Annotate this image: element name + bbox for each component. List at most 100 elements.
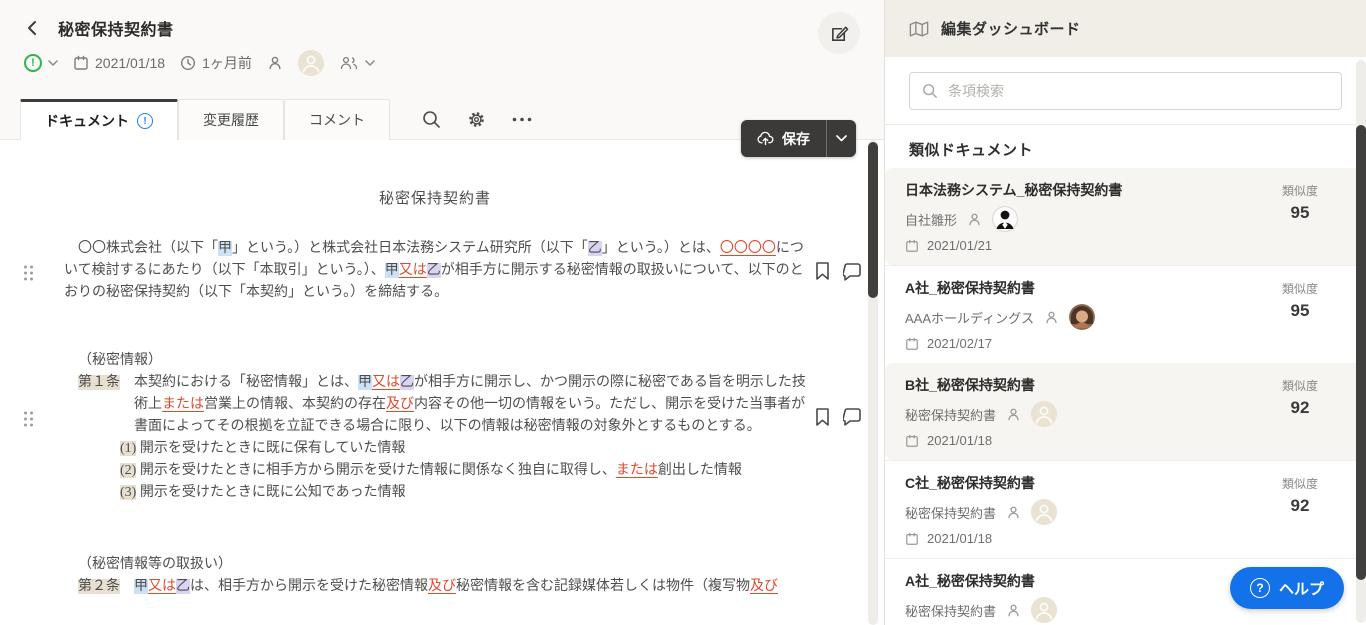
doc-annotated-text: 又は [372, 375, 400, 390]
search-icon[interactable] [422, 110, 441, 129]
calendar-icon [905, 434, 919, 448]
meta-label: 2021/01/18 [95, 55, 165, 71]
doc-annotated-text: 第１条 [78, 375, 120, 390]
similar-doc-daterow: 2021/01/21 [905, 238, 1346, 253]
similarity-score: 類似度 92 [1282, 377, 1318, 418]
doc-annotated-text: (3) [120, 485, 136, 500]
similar-doc-title: A社_秘密保持契約書 [905, 278, 1346, 298]
tab-label: 変更履歴 [203, 110, 259, 130]
similar-document-item[interactable]: B社_秘密保持契約書 秘密保持契約書 2021/01/18 類似度 92 [885, 363, 1366, 460]
comment-icon[interactable] [843, 262, 862, 281]
dashboard-scrollbar[interactable] [1356, 60, 1366, 623]
document-canvas[interactable]: 秘密保持契約書 〇〇株式会社（以下「甲」という。）と株式会社日本法務システム研究… [0, 140, 884, 625]
doc-article: 第１条 本契約における「秘密情報」とは、甲又は乙が相手方に開示し、かつ開示の際に… [78, 372, 806, 438]
similarity-score: 類似度 92 [1282, 475, 1318, 516]
save-button-group: 保存 [741, 120, 856, 157]
avatar [992, 206, 1018, 232]
similar-doc-subrow: 秘密保持契約書 [905, 499, 1346, 525]
chevron-down-icon [365, 60, 375, 66]
alert-badge-icon: ! [137, 113, 153, 129]
save-button-label: 保存 [782, 129, 810, 149]
tab-ドキュメント[interactable]: ドキュメント! [20, 99, 178, 140]
person-icon [267, 55, 283, 71]
doc-section-heading: （秘密情報等の取扱い） [78, 554, 806, 576]
similar-doc-date: 2021/02/17 [927, 336, 992, 351]
title-row: 秘密保持契約書 [0, 0, 884, 40]
drag-handle-icon[interactable] [22, 409, 34, 424]
person-icon [1044, 310, 1059, 325]
document-toolbar-icons [422, 99, 532, 140]
document-scrollbar[interactable] [868, 140, 878, 625]
similar-doc-daterow: 2021/02/17 [905, 336, 1346, 351]
similar-document-item[interactable]: A社_秘密保持契約書 AAAホールディングス 2021/02/17 類似度 95 [885, 265, 1366, 363]
document-header: 秘密保持契約書 !2021/01/181ヶ月前 ドキュメント!変更履歴コメント [0, 0, 884, 140]
doc-row: 第２条 甲又は乙は、相手方から開示を受けた秘密情報及び秘密情報を含む記録媒体若し… [64, 576, 806, 598]
similar-doc-subtitle: 秘密保持契約書 [905, 405, 996, 424]
doc-text: 開示を受けたときに既に公知であった情報 [136, 485, 405, 500]
doc-row: (1) 開示を受けたときに既に保有していた情報 [64, 438, 806, 460]
doc-text: 秘密情報を含む記録媒体若しくは物件（複写物 [456, 579, 750, 594]
avatar [1031, 597, 1057, 623]
doc-title: 秘密保持契約書 [64, 188, 806, 210]
save-options-chevron[interactable] [826, 120, 856, 157]
doc-annotated-text: または [162, 397, 204, 412]
clause-search-box[interactable] [909, 72, 1342, 110]
doc-text [120, 579, 134, 594]
document-scrollbar-thumb[interactable] [868, 142, 878, 298]
doc-annotated-text: 甲 [134, 579, 148, 594]
doc-para: 〇〇株式会社（以下「甲」という。）と株式会社日本法務システム研究所（以下「乙」と… [64, 238, 806, 304]
similar-doc-daterow: 2021/01/18 [905, 531, 1346, 546]
save-button[interactable]: 保存 [741, 120, 826, 157]
comment-icon[interactable] [843, 407, 862, 426]
similar-doc-subtitle: 自社雛形 [905, 210, 957, 229]
dashboard-scrollbar-thumb[interactable] [1356, 125, 1366, 580]
tab-コメント[interactable]: コメント [284, 99, 390, 140]
avatar [298, 50, 324, 76]
doc-annotated-text: 〇〇〇〇 [720, 241, 776, 256]
calendar-icon [905, 239, 919, 253]
doc-text: 」という。）と株式会社日本法務システム研究所（以下「 [232, 241, 588, 256]
doc-annotated-text: 乙 [400, 375, 414, 390]
person-icon [967, 212, 982, 227]
doc-article: 第２条 甲又は乙は、相手方から開示を受けた秘密情報及び秘密情報を含む記録媒体若し… [78, 576, 806, 598]
similarity-label: 類似度 [1282, 377, 1318, 394]
tab-変更履歴[interactable]: 変更履歴 [178, 99, 284, 140]
doc-text: 開示を受けたときに相手方から開示を受けた情報に関係なく独自に取得し、 [136, 463, 616, 478]
person-icon [1006, 603, 1021, 618]
bookmark-icon[interactable] [814, 262, 831, 281]
doc-annotated-text: 及び [428, 579, 456, 594]
doc-annotated-text: 乙 [427, 263, 441, 278]
document-panel: 秘密保持契約書 !2021/01/181ヶ月前 ドキュメント!変更履歴コメント … [0, 0, 885, 625]
bookmark-icon[interactable] [814, 407, 831, 426]
doc-annotated-text: 甲 [358, 375, 372, 390]
help-button[interactable]: ? ヘルプ [1230, 567, 1344, 609]
back-icon[interactable] [24, 18, 44, 38]
person-icon [1006, 407, 1021, 422]
similar-document-item[interactable]: C社_秘密保持契約書 秘密保持契約書 2021/01/18 類似度 92 [885, 460, 1366, 558]
doc-annotated-text: 及び [750, 579, 778, 594]
meta-calendar-icon: 2021/01/18 [73, 55, 165, 71]
similar-document-item[interactable]: 日本法務システム_秘密保持契約書 自社雛形 2021/01/21 類似度 95 [885, 168, 1366, 265]
similar-doc-subrow: 秘密保持契約書 [905, 401, 1346, 427]
similar-doc-subtitle: AAAホールディングス [905, 308, 1034, 327]
cloud-upload-icon [757, 131, 774, 146]
similar-doc-title: C社_秘密保持契約書 [905, 473, 1346, 493]
person-icon [1006, 505, 1021, 520]
doc-annotated-text: 又は [399, 263, 427, 278]
doc-text: 〇〇株式会社（以下「 [64, 241, 218, 256]
similar-doc-title: B社_秘密保持契約書 [905, 375, 1346, 395]
similarity-label: 類似度 [1282, 280, 1318, 297]
tab-label: ドキュメント [45, 111, 129, 131]
ellipsis-icon[interactable] [512, 117, 532, 122]
similar-doc-date: 2021/01/21 [927, 238, 992, 253]
page-title: 秘密保持契約書 [58, 16, 174, 40]
doc-text: 創出した情報 [658, 463, 742, 478]
similar-doc-subrow: AAAホールディングス [905, 304, 1346, 330]
drag-handle-icon[interactable] [22, 264, 34, 279]
gear-icon[interactable] [467, 110, 486, 129]
meta-status-ok-icon[interactable]: ! [24, 54, 58, 72]
doc-list: (1) 開示を受けたときに既に保有していた情報 [120, 438, 806, 460]
clause-search-input[interactable] [948, 83, 1329, 99]
edit-document-button[interactable] [818, 12, 860, 54]
meta-people-icon[interactable] [339, 55, 375, 71]
